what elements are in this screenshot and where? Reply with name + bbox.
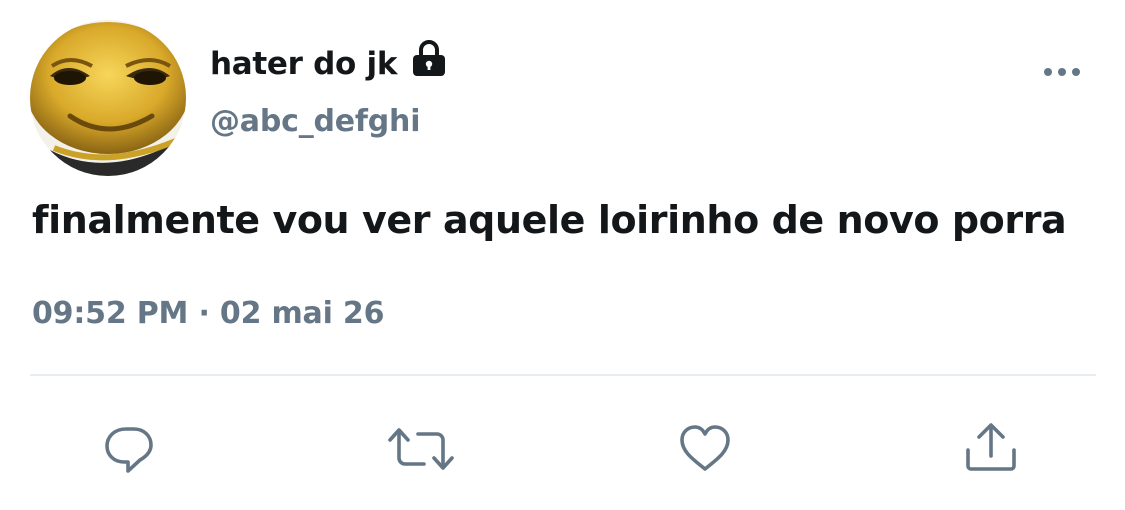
tweet-card: hater do jk @abc_defghi finalmente vou v… <box>0 0 1125 510</box>
tweet-time: 09:52 PM <box>32 296 189 331</box>
user-handle[interactable]: @abc_defghi <box>210 104 420 139</box>
timestamp-separator: · <box>198 296 210 331</box>
heart-icon <box>680 425 730 471</box>
like-button[interactable] <box>676 420 734 478</box>
display-name-text: hater do jk <box>210 46 398 82</box>
retweet-button[interactable] <box>386 420 456 478</box>
tweet-text: finalmente vou ver aquele loirinho de no… <box>32 198 1067 242</box>
share-upload-icon <box>966 423 1016 471</box>
avatar[interactable] <box>30 20 186 176</box>
share-button[interactable] <box>962 420 1020 478</box>
retweet-arrows-icon <box>388 428 454 470</box>
divider <box>30 374 1096 376</box>
display-name[interactable]: hater do jk <box>210 40 449 84</box>
reply-button[interactable] <box>100 420 158 478</box>
tweet-date: 02 mai 26 <box>219 296 385 331</box>
lock-icon <box>409 38 449 78</box>
tweet-timestamp[interactable]: 09:52 PM · 02 mai 26 <box>32 296 384 331</box>
avatar-image <box>30 20 186 176</box>
more-options-icon[interactable] <box>1040 60 1084 84</box>
speech-bubble-icon <box>105 427 153 473</box>
